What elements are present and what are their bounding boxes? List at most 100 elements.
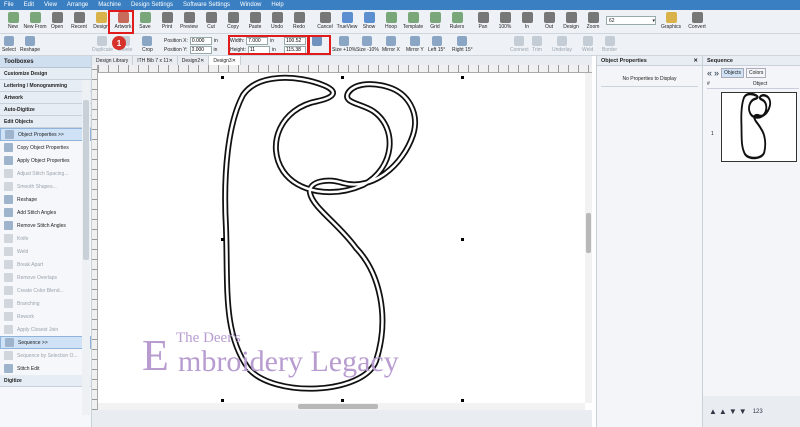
tool-branching[interactable]: Branching — [0, 297, 91, 310]
tool-remove-overlaps[interactable]: Remove Overlaps — [0, 271, 91, 284]
rotate-left-button[interactable]: Left 15° — [428, 36, 445, 53]
connect-button[interactable]: Connect — [510, 36, 529, 53]
tab-objects[interactable]: Objects — [721, 68, 744, 78]
tab-design3[interactable]: Design3 ✕ — [209, 56, 241, 65]
save-button[interactable]: Save — [134, 10, 156, 33]
tool-break-apart[interactable]: Break Apart — [0, 258, 91, 271]
menu-arrange[interactable]: Arrange — [67, 2, 88, 8]
position-y-input[interactable] — [189, 46, 212, 54]
crop-button[interactable]: Crop — [142, 36, 153, 53]
selection-handle-tl[interactable] — [221, 76, 224, 79]
tool-stitch-edit[interactable]: Stitch Edit — [0, 362, 91, 375]
menu-file[interactable]: File — [4, 2, 14, 8]
print-button[interactable]: Print — [156, 10, 178, 33]
design-button[interactable]: Design — [560, 10, 582, 33]
canvas-vertical-scrollbar[interactable] — [585, 73, 592, 403]
close-icon[interactable]: ✕ — [200, 58, 204, 64]
graphics-button[interactable]: Graphics — [660, 10, 682, 33]
copy-button[interactable]: Copy — [222, 10, 244, 33]
sequence-number-button[interactable]: 123 — [753, 409, 763, 415]
select-tool[interactable]: Select — [2, 36, 16, 53]
border-button[interactable]: Border — [602, 36, 617, 53]
convert-button[interactable]: Convert — [686, 10, 708, 33]
selection-handle-br[interactable] — [461, 399, 464, 402]
selection-handle-bl[interactable] — [221, 399, 224, 402]
section-auto-digitize[interactable]: Auto-Digitize — [0, 104, 91, 116]
menu-view[interactable]: View — [44, 2, 57, 8]
canvas-horizontal-scrollbar[interactable] — [98, 403, 585, 410]
new-button[interactable]: New — [2, 10, 24, 33]
pan-button[interactable]: Pan — [472, 10, 494, 33]
rulers-button[interactable]: Rulers — [446, 10, 468, 33]
zoom-button[interactable]: Zoom — [582, 10, 604, 33]
tool-adjust-stitch-spacing[interactable]: Adjust Stitch Spacing... — [0, 167, 91, 180]
digitize-section[interactable]: Digitize — [0, 375, 91, 387]
tool-copy-object-properties[interactable]: Copy Object Properties — [0, 141, 91, 154]
tool-sequence[interactable]: Sequence >> — [0, 336, 91, 349]
menu-window[interactable]: Window — [240, 2, 261, 8]
size-minus-button[interactable]: Size -10% — [356, 36, 379, 53]
tab-design2[interactable]: Design2 ✕ — [178, 56, 210, 65]
size-plus-button[interactable]: Size +10% — [332, 36, 356, 53]
position-x-input[interactable] — [189, 37, 212, 45]
move-first-icon[interactable]: ▲ — [709, 407, 717, 416]
move-up-icon[interactable]: ▲ — [719, 407, 727, 416]
tool-object-properties[interactable]: Object Properties >> — [0, 128, 91, 141]
grid-button[interactable]: Grid — [424, 10, 446, 33]
selection-handle-tm[interactable] — [341, 76, 344, 79]
redo-button[interactable]: Redo — [288, 10, 310, 33]
open-button[interactable]: Open — [46, 10, 68, 33]
undo-button[interactable]: Undo — [266, 10, 288, 33]
tool-smooth-shapes[interactable]: Smooth Shapes... — [0, 180, 91, 193]
selection-handle-tr[interactable] — [461, 76, 464, 79]
section-artwork[interactable]: Artwork — [0, 92, 91, 104]
position-x-field[interactable]: Position X:in — [164, 37, 218, 45]
mirror-y-button[interactable]: Mirror Y — [406, 36, 424, 53]
mirror-x-button[interactable]: Mirror X — [382, 36, 400, 53]
edit-objects-section[interactable]: Edit Objects — [0, 116, 91, 128]
tool-reshape[interactable]: Reshape — [0, 193, 91, 206]
tool-sequence-by-selection-o[interactable]: Sequence by Selection O... — [0, 349, 91, 362]
toolbox-scrollbar[interactable] — [82, 80, 90, 415]
menu-machine[interactable]: Machine — [98, 2, 121, 8]
tool-add-stitch-angles[interactable]: Add Stitch Angles — [0, 206, 91, 219]
toolbox-scroll-thumb[interactable] — [83, 100, 89, 260]
selection-handle-mr[interactable] — [461, 238, 464, 241]
tool-rework[interactable]: Rework — [0, 310, 91, 323]
tab-design-library[interactable]: Design Library — [92, 56, 134, 65]
position-y-field[interactable]: Position Y:in — [164, 46, 217, 54]
reshape-tool[interactable]: Reshape — [20, 36, 40, 53]
weld-button[interactable]: Weld — [582, 36, 593, 53]
tool-create-color-blend[interactable]: Create Color Blend... — [0, 284, 91, 297]
canvas-vscroll-thumb[interactable] — [586, 213, 591, 253]
trim-button[interactable]: Trim — [532, 36, 542, 53]
tool-remove-stitch-angles[interactable]: Remove Stitch Angles — [0, 219, 91, 232]
tab-colors[interactable]: Colors — [745, 68, 767, 78]
collapse-left-icon[interactable]: « — [707, 69, 712, 78]
move-down-icon[interactable]: ▼ — [729, 407, 737, 416]
tool-apply-closest-join[interactable]: Apply Closest Join — [0, 323, 91, 336]
menu-design-settings[interactable]: Design Settings — [131, 2, 173, 8]
move-last-icon[interactable]: ▼ — [739, 407, 747, 416]
tool-apply-object-properties[interactable]: Apply Object Properties — [0, 154, 91, 167]
collapse-right-icon[interactable]: » — [714, 69, 719, 78]
trueview-button[interactable]: TrueView — [336, 10, 358, 33]
recent-button[interactable]: Recent — [68, 10, 90, 33]
tool-knife[interactable]: Knife — [0, 232, 91, 245]
section-customize-design[interactable]: Customize Design — [0, 68, 91, 80]
panel-close-icon[interactable]: ✕ — [693, 58, 698, 64]
tool-weld[interactable]: Weld — [0, 245, 91, 258]
underlay-button[interactable]: Underlay — [552, 36, 572, 53]
zoom-select[interactable]: 62 ▾ — [606, 16, 656, 25]
cut-button[interactable]: Cut — [200, 10, 222, 33]
100-button[interactable]: 100% — [494, 10, 516, 33]
menu-help[interactable]: Help — [271, 2, 283, 8]
rotate-right-button[interactable]: Right 15° — [452, 36, 473, 53]
show-button[interactable]: Show — [358, 10, 380, 33]
close-icon[interactable]: ✕ — [232, 58, 236, 64]
tab-ith-bib-7-x-11[interactable]: ITH Bib 7 x 11 ✕ — [133, 56, 178, 65]
out-button[interactable]: Out — [538, 10, 560, 33]
section-lettering-monogramming[interactable]: Lettering / Monogramming — [0, 80, 91, 92]
new-from-button[interactable]: New From — [23, 10, 47, 33]
selection-handle-bm[interactable] — [341, 399, 344, 402]
